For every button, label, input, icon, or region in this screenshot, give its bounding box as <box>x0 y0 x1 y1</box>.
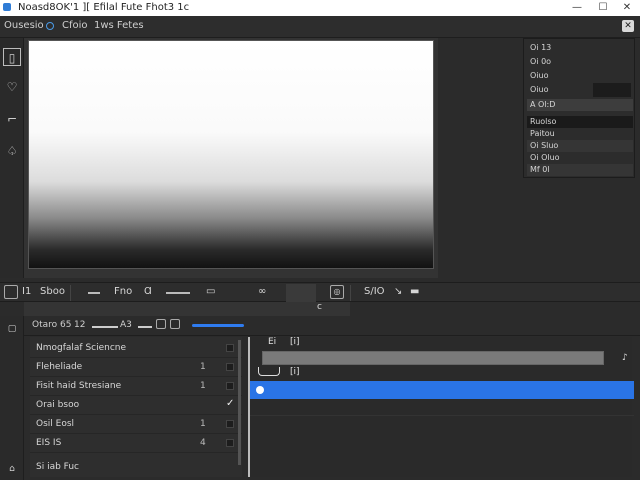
mid-label-6[interactable]: S/IO <box>364 286 385 297</box>
divider <box>70 285 71 301</box>
layer-checkbox[interactable]: ✓ <box>226 399 234 409</box>
timeline-box-icon[interactable] <box>170 319 180 329</box>
layer-number: 4 <box>200 438 206 448</box>
left-toolbar: ▯ ♡ ⌐ ♤ <box>0 38 24 278</box>
layer-checkbox[interactable] <box>226 363 234 371</box>
panel-row[interactable]: Ruolso <box>527 116 633 128</box>
mid-toolbar: I1 Sboo Fno Ɑ ▭ ∞ ◎ S/IO ↘ ▬ <box>0 282 640 302</box>
minimize-button[interactable]: — <box>570 1 584 15</box>
layer-name: Fisit haid Stresiane <box>36 381 122 391</box>
panel-close-icon[interactable]: ✕ <box>622 20 634 32</box>
track-label: Ei <box>268 337 277 347</box>
menu-bar: Ousesio Cfoio 1ws Fetes ✕ <box>0 16 640 38</box>
keyframe-dot-icon[interactable] <box>256 386 264 394</box>
line-tool-icon[interactable]: ⌐ <box>3 110 21 128</box>
timeline-box-icon[interactable] <box>156 319 166 329</box>
layer-checkbox[interactable] <box>226 420 234 428</box>
properties-panel: Oi 13 Oi 0o Oiuo Oiuo A Ol:D Ruolso Pait… <box>523 38 635 178</box>
keyframe-bracket-icon[interactable] <box>258 367 280 376</box>
select-tool-icon[interactable]: ▯ <box>3 48 21 66</box>
brush-preview[interactable] <box>286 284 316 302</box>
layer-row[interactable]: EIS IS 4 <box>30 434 242 453</box>
timeline-header: Otaro 65 12 A3 <box>24 316 640 336</box>
panel-row[interactable]: Oiuo <box>527 70 633 82</box>
window-title: Noasd8OK'1 ][ Efilal Fute Fhot3 1c <box>18 2 190 13</box>
timeline-playhead[interactable] <box>192 324 244 327</box>
app-icon <box>3 3 11 11</box>
layer-name: Si iab Fuc <box>36 462 80 472</box>
timeline-value-1[interactable]: 65 <box>60 320 71 330</box>
track-end-icon[interactable]: ♪ <box>622 353 628 363</box>
layer-row[interactable]: Si iab Fuc <box>30 458 242 477</box>
layer-name: Nmogfalaf Sciencne <box>36 343 127 353</box>
track-label: [i] <box>290 367 300 377</box>
panel-row[interactable]: Paitou <box>527 128 633 140</box>
panel-row[interactable]: Oi 13 <box>527 42 633 54</box>
rail-top-icon[interactable]: ▢ <box>3 320 21 338</box>
target-icon[interactable]: ◎ <box>330 285 344 299</box>
slider-track[interactable] <box>166 292 190 294</box>
layer-name: EIS IS <box>36 438 62 448</box>
timeline-label: Otaro <box>32 320 58 330</box>
layer-row[interactable]: Nmogfalaf Sciencne <box>30 339 242 358</box>
layer-row[interactable]: Orai bsoo ✓ <box>30 396 242 415</box>
mid-label-3[interactable]: Fno <box>114 286 132 297</box>
layer-number: 1 <box>200 381 206 391</box>
panel-row[interactable]: Oi 0o <box>527 56 633 68</box>
small-tool-icon[interactable]: ▬ <box>410 286 419 297</box>
panel-section-header[interactable]: A Ol:D <box>527 99 633 111</box>
layer-name: Orai bsoo <box>36 400 80 410</box>
layer-name: Fleheliade <box>36 362 83 372</box>
curve-tool-icon[interactable]: ∞ <box>258 286 266 297</box>
close-button[interactable]: ✕ <box>620 1 634 15</box>
timeline-tracks: Ei [i] ♪ [i] <box>248 337 634 477</box>
menu-item-primary[interactable]: Ousesio <box>4 20 44 31</box>
layer-name: Osil Eosl <box>36 419 75 429</box>
pen-tool-icon[interactable]: ▭ <box>206 286 215 297</box>
divider <box>350 285 351 301</box>
layer-row[interactable]: Fleheliade 1 <box>30 358 242 377</box>
mid-label-1: I1 <box>22 286 32 297</box>
bottom-left-rail: ▢ ⌂ <box>0 316 24 480</box>
selected-track[interactable] <box>250 381 634 399</box>
settings-icon[interactable] <box>46 22 54 30</box>
layer-icon[interactable] <box>4 285 18 299</box>
panel-row[interactable]: Mf 0l <box>527 164 633 176</box>
subbar-text: c <box>317 302 322 312</box>
layer-checkbox[interactable] <box>226 382 234 390</box>
layers-list: Nmogfalaf Sciencne Fleheliade 1 Fisit ha… <box>30 337 242 477</box>
canvas-area <box>24 38 438 278</box>
arrow-icon[interactable]: ↘ <box>394 286 402 297</box>
layer-number: 1 <box>200 419 206 429</box>
layer-checkbox[interactable] <box>226 439 234 447</box>
maximize-button[interactable]: ☐ <box>596 1 610 15</box>
timeline-value-2[interactable]: 12 <box>74 320 85 330</box>
menu-item-tertiary[interactable]: 1ws Fetes <box>94 20 144 31</box>
shape-tool-icon[interactable]: ♡ <box>3 78 21 96</box>
track-label: [i] <box>290 337 300 347</box>
track-divider <box>250 415 634 416</box>
timeline-slider[interactable] <box>138 326 152 328</box>
image-canvas[interactable] <box>28 40 434 269</box>
mid-label-2[interactable]: Sboo <box>40 286 65 297</box>
slider-track[interactable] <box>88 292 100 294</box>
layers-scrollbar[interactable] <box>238 340 241 465</box>
layer-number: 1 <box>200 362 206 372</box>
color-swatch[interactable] <box>593 83 631 97</box>
track-clip[interactable] <box>262 351 604 365</box>
mid-label-4[interactable]: Ɑ <box>144 286 152 297</box>
timeline-text: A3 <box>120 320 132 330</box>
fill-tool-icon[interactable]: ♤ <box>3 142 21 160</box>
menu-item-secondary[interactable]: Cfoio <box>62 20 88 31</box>
mid-subbar: c <box>24 302 350 316</box>
layer-row[interactable]: Osil Eosl 1 <box>30 415 242 434</box>
panel-row[interactable]: Oi Oluo <box>527 152 633 164</box>
timeline-slider[interactable] <box>92 326 118 328</box>
rail-bottom-icon[interactable]: ⌂ <box>3 460 21 478</box>
layer-checkbox[interactable] <box>226 344 234 352</box>
panel-row[interactable]: Oi Sluo <box>527 140 633 152</box>
layer-row[interactable]: Fisit haid Stresiane 1 <box>30 377 242 396</box>
title-bar: Noasd8OK'1 ][ Efilal Fute Fhot3 1c — ☐ ✕ <box>0 0 640 16</box>
